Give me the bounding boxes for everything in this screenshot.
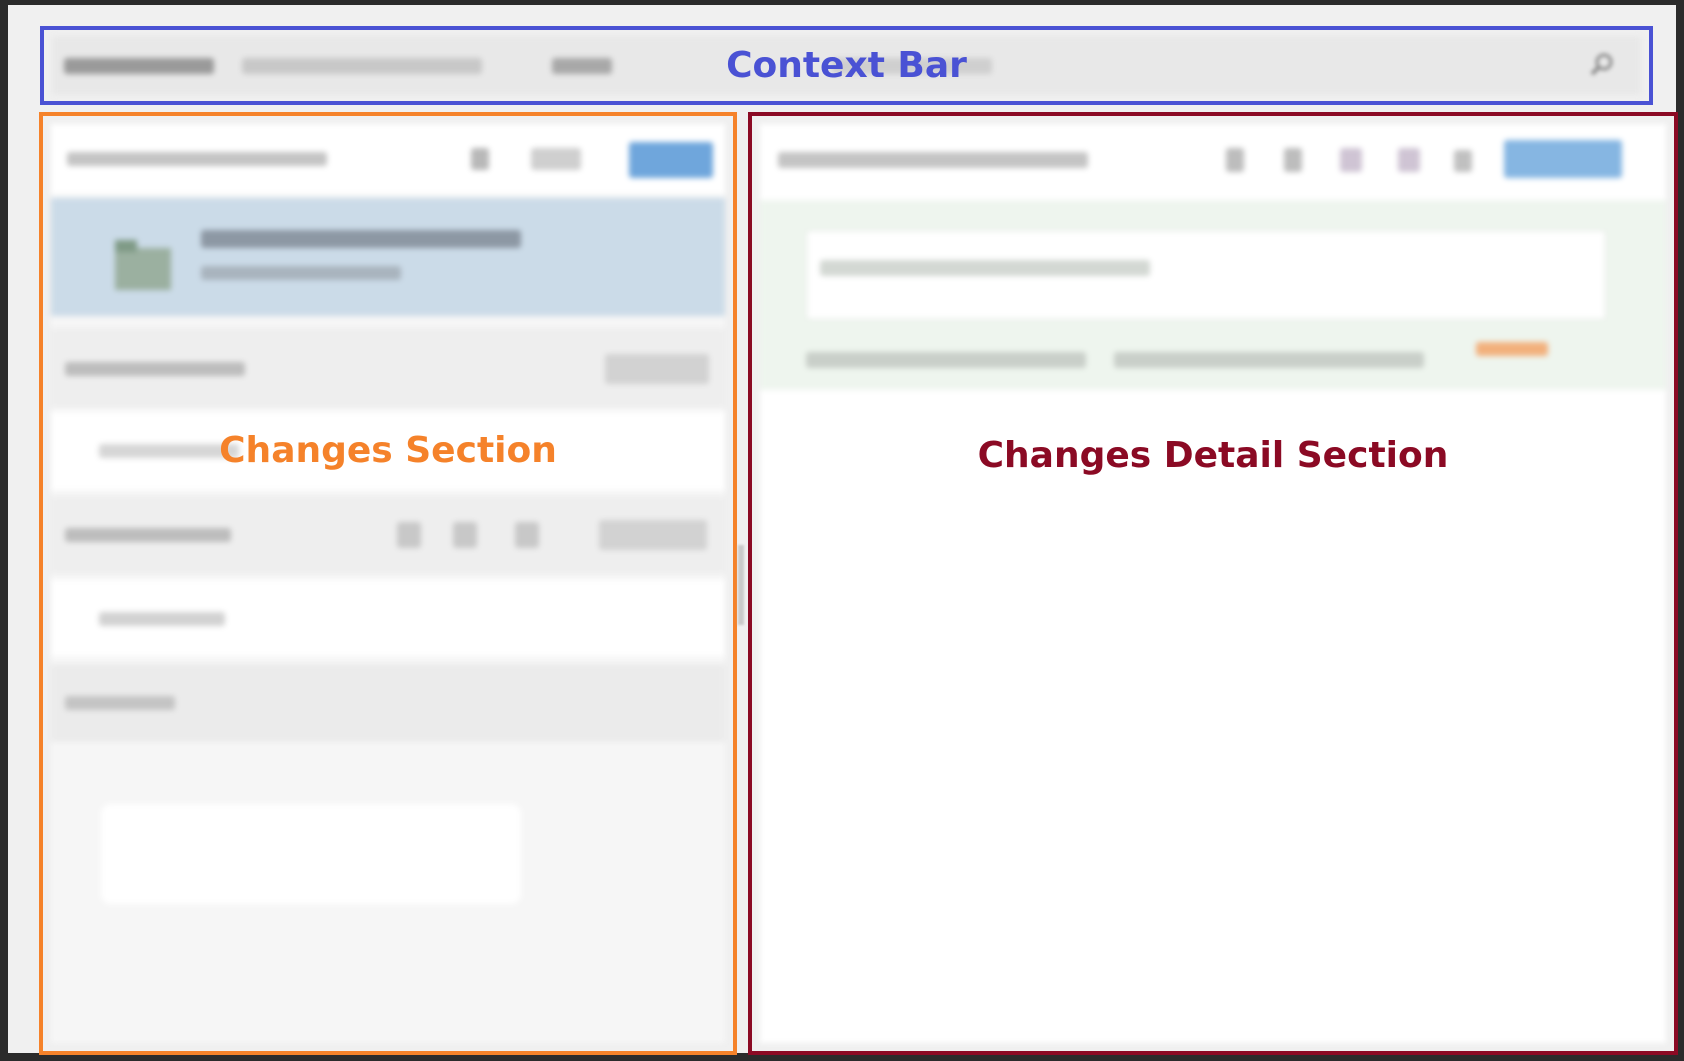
options-link[interactable] <box>1476 342 1548 356</box>
panel-splitter[interactable] <box>738 545 744 625</box>
detail-tool-button-2[interactable] <box>1284 148 1302 172</box>
toggle-button[interactable] <box>531 148 581 170</box>
commit-button[interactable] <box>1504 140 1622 178</box>
changes-detail-section: Changes Detail Section <box>748 112 1678 1055</box>
detail-tool-button-4[interactable] <box>1398 148 1420 172</box>
scope-crumb[interactable] <box>832 58 992 74</box>
app-window: Context Bar Changes Section Changes Deta… <box>8 5 1678 1055</box>
history-empty-area <box>101 804 521 904</box>
fetch-button[interactable] <box>629 142 713 178</box>
staged-empty-text <box>99 444 239 458</box>
view-crumb[interactable] <box>552 58 612 74</box>
changes-panel <box>51 124 725 1043</box>
discard-button[interactable] <box>397 522 421 548</box>
changes-section: Changes Section <box>39 112 737 1055</box>
staged-files-label <box>65 362 245 376</box>
stage-all-button[interactable] <box>599 520 707 550</box>
context-bar-content <box>52 36 1641 95</box>
commit-message-placeholder <box>820 260 1150 276</box>
changes-header-title <box>67 152 327 166</box>
folder-icon <box>115 240 171 290</box>
changes-detail-header-title <box>778 152 1088 168</box>
detail-tool-button-5[interactable] <box>1454 150 1472 172</box>
working-directory-subtitle <box>201 266 401 280</box>
amend-commit-option[interactable] <box>806 352 1086 368</box>
working-directory-title <box>201 230 521 248</box>
changes-detail-panel <box>760 124 1666 1043</box>
stash-button[interactable] <box>515 522 539 548</box>
prefill-message-option[interactable] <box>1114 352 1424 368</box>
unstaged-files-label <box>65 528 231 542</box>
detail-tool-button-3[interactable] <box>1340 148 1362 172</box>
history-label <box>65 696 175 710</box>
repository-crumb[interactable] <box>64 58 214 74</box>
search-icon[interactable] <box>1589 52 1615 78</box>
unstage-all-button[interactable] <box>605 354 709 384</box>
filter-button[interactable] <box>471 148 489 170</box>
branch-crumb[interactable] <box>242 58 482 74</box>
refresh-button[interactable] <box>453 522 477 548</box>
unstaged-empty-text <box>99 612 225 626</box>
detail-tool-button-1[interactable] <box>1226 148 1244 172</box>
context-bar: Context Bar <box>40 26 1653 105</box>
